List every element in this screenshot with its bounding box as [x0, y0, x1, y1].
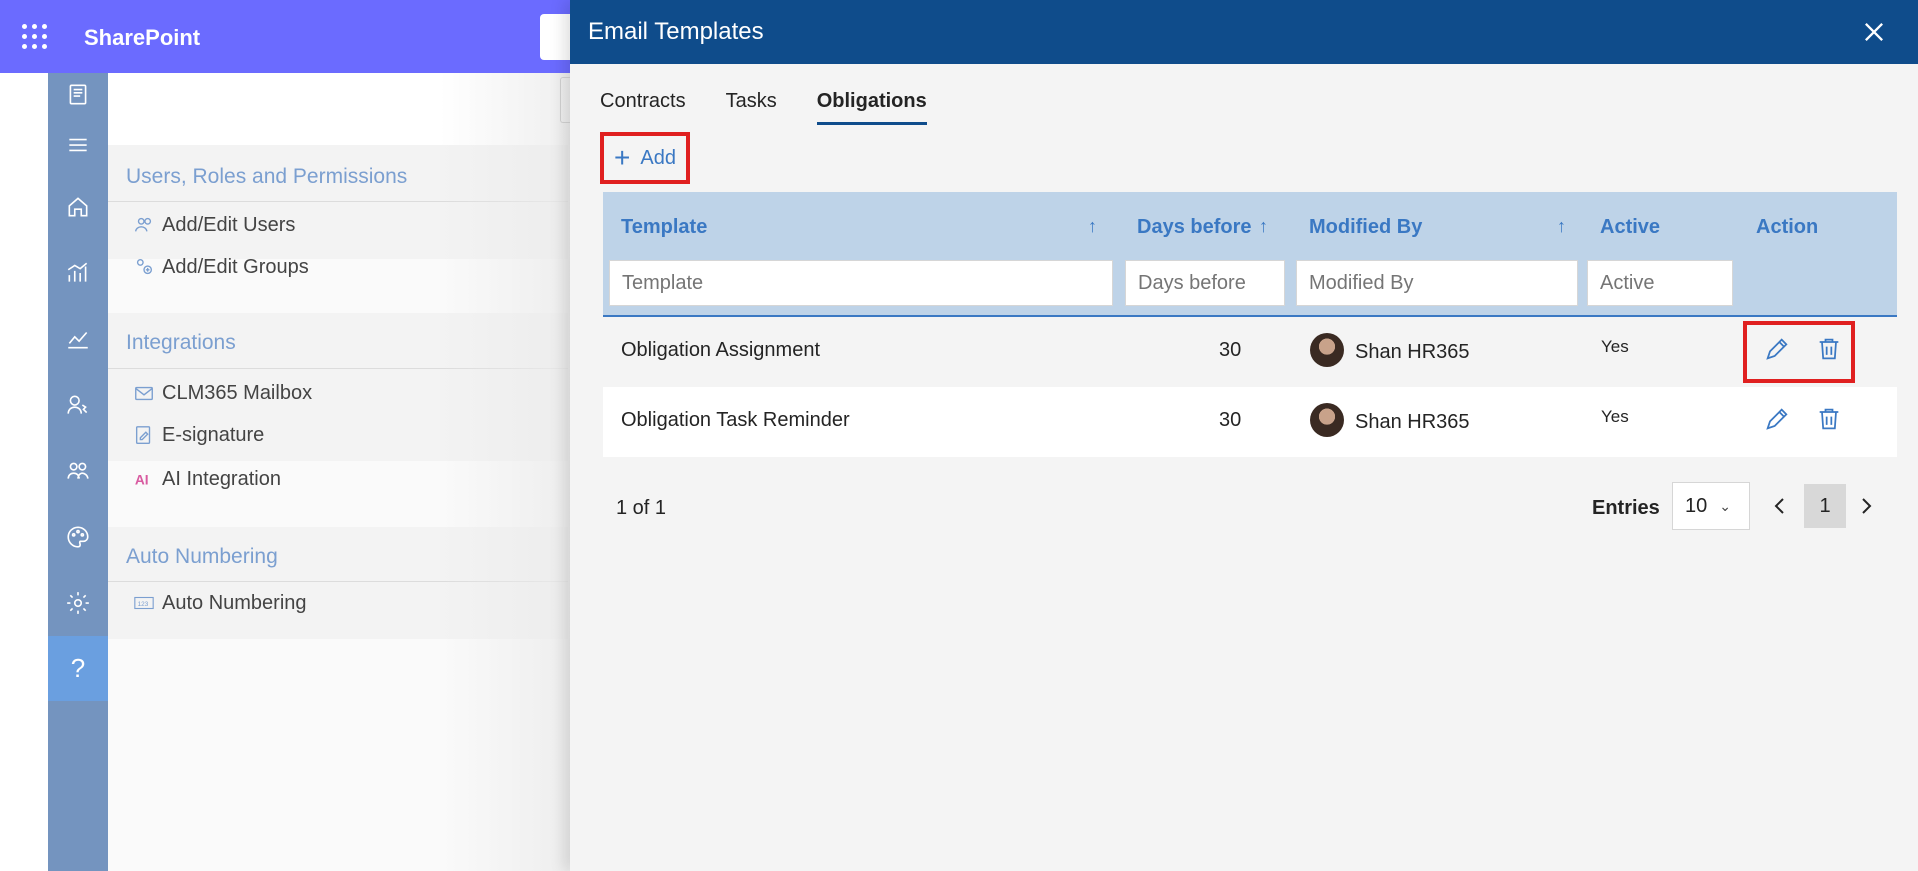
table-row[interactable]: Obligation Task Reminder 30 Shan HR365 Y…	[603, 387, 1897, 457]
column-header-active[interactable]: Active	[1600, 216, 1660, 239]
modified-by-filter-input[interactable]	[1296, 260, 1578, 306]
svg-text:AI: AI	[135, 473, 149, 488]
home-icon[interactable]	[48, 187, 108, 227]
section-title: Users, Roles and Permissions	[126, 165, 408, 188]
table-row[interactable]: Obligation Assignment 30 Shan HR365 Yes	[603, 317, 1897, 387]
avatar	[1310, 333, 1344, 367]
column-header-days-before[interactable]: Days before	[1137, 216, 1252, 239]
record-count: 1 of 1	[616, 497, 667, 519]
settings-gear-icon[interactable]	[48, 583, 108, 623]
palette-icon[interactable]	[48, 517, 108, 557]
svg-text:123: 123	[138, 601, 149, 608]
numbering-icon: 123	[132, 592, 156, 614]
add-button[interactable]: + Add	[600, 132, 690, 184]
setting-clm365-mailbox[interactable]: CLM365 Mailbox	[132, 379, 312, 407]
setting-add-edit-users[interactable]: Add/Edit Users	[132, 211, 295, 239]
table-header: Template ↑ Days before ↑ Modified By ↑ A…	[603, 192, 1897, 317]
tab-tasks[interactable]: Tasks	[726, 86, 777, 125]
documents-icon[interactable]	[48, 75, 108, 115]
analytics-icon[interactable]	[48, 253, 108, 293]
active-cell: Yes	[1601, 337, 1629, 356]
team-icon[interactable]	[48, 451, 108, 491]
left-rail: ?	[48, 73, 108, 871]
email-templates-panel: Email Templates Contracts Tasks Obligati…	[570, 0, 1918, 871]
menu-icon[interactable]	[48, 125, 108, 165]
tab-contracts[interactable]: Contracts	[600, 86, 686, 125]
column-header-modified-by[interactable]: Modified By	[1309, 216, 1422, 239]
ai-icon: AI	[132, 468, 156, 490]
modified-by-cell: Shan HR365	[1355, 411, 1470, 433]
sort-arrow-icon[interactable]: ↑	[1259, 216, 1268, 237]
active-filter-input[interactable]	[1587, 260, 1733, 306]
section-title: Integrations	[126, 331, 236, 354]
tab-bar: Contracts Tasks Obligations	[600, 86, 967, 125]
template-cell: Obligation Assignment	[621, 339, 821, 361]
entries-label: Entries	[1592, 497, 1660, 519]
days-before-cell: 30	[1219, 409, 1242, 431]
delete-icon[interactable]	[1815, 405, 1843, 433]
edit-icon[interactable]	[1763, 405, 1791, 433]
users-icon	[132, 214, 156, 236]
signature-icon	[132, 424, 156, 446]
panel-title: Email Templates	[588, 18, 764, 45]
column-header-action: Action	[1756, 216, 1819, 238]
column-header-template[interactable]: Template	[621, 216, 707, 239]
tab-obligations[interactable]: Obligations	[816, 86, 927, 125]
setting-add-edit-groups[interactable]: Add/Edit Groups	[132, 253, 309, 281]
setting-e-signature[interactable]: E-signature	[132, 421, 264, 449]
active-cell: Yes	[1601, 407, 1629, 426]
panel-header: Email Templates	[570, 0, 1918, 64]
help-icon[interactable]: ?	[48, 636, 108, 701]
chevron-left-icon[interactable]	[1770, 494, 1790, 518]
trend-icon[interactable]	[48, 319, 108, 359]
plus-icon: +	[614, 142, 631, 173]
sort-arrow-icon[interactable]: ↑	[1557, 216, 1566, 237]
mail-icon	[132, 382, 156, 404]
entries-select[interactable]: 10 ⌄	[1672, 482, 1750, 530]
setting-ai-integration[interactable]: AI AI Integration	[132, 465, 281, 493]
template-filter-input[interactable]	[609, 260, 1113, 306]
days-before-cell: 30	[1219, 339, 1242, 361]
app-title[interactable]: SharePoint	[84, 25, 200, 51]
delete-icon[interactable]	[1815, 335, 1843, 363]
chevron-down-icon: ⌄	[1719, 497, 1731, 514]
sort-arrow-icon[interactable]: ↑	[1088, 216, 1097, 237]
templates-table: Template ↑ Days before ↑ Modified By ↑ A…	[603, 192, 1897, 457]
modified-by-cell: Shan HR365	[1355, 341, 1470, 363]
template-cell: Obligation Task Reminder	[621, 409, 850, 431]
setting-auto-numbering[interactable]: 123 Auto Numbering	[132, 589, 307, 617]
app-launcher-icon[interactable]	[22, 24, 48, 50]
groups-icon	[132, 256, 156, 278]
chevron-right-icon[interactable]	[1856, 494, 1876, 518]
section-title: Auto Numbering	[126, 545, 278, 568]
user-activity-icon[interactable]	[48, 385, 108, 425]
days-before-filter-input[interactable]	[1125, 260, 1285, 306]
edit-icon[interactable]	[1763, 335, 1791, 363]
avatar	[1310, 403, 1344, 437]
close-icon[interactable]	[1860, 18, 1888, 46]
current-page-button[interactable]: 1	[1804, 484, 1846, 528]
